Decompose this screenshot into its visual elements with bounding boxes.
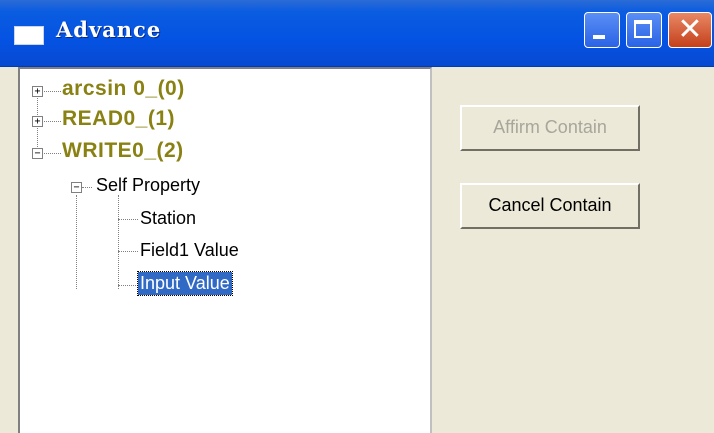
tree-node-label[interactable]: READ0_(1) bbox=[62, 107, 175, 131]
tree-line bbox=[118, 219, 138, 220]
tree-node-label[interactable]: Self Property bbox=[96, 175, 200, 196]
cancel-contain-button[interactable]: Cancel Contain bbox=[460, 183, 640, 229]
close-icon: ✕ bbox=[677, 12, 703, 47]
collapse-minus-icon[interactable]: − bbox=[71, 182, 82, 193]
tree-node-field1-value[interactable]: Field1 Value bbox=[140, 240, 239, 261]
tree-node-label[interactable]: arcsin 0_(0) bbox=[62, 77, 185, 101]
tree-line bbox=[118, 251, 138, 252]
affirm-contain-button[interactable]: Affirm Contain bbox=[460, 105, 640, 151]
tree-line bbox=[118, 195, 119, 289]
tree-line bbox=[118, 285, 138, 286]
tree-line bbox=[76, 195, 77, 289]
expand-plus-icon[interactable]: + bbox=[32, 86, 43, 97]
collapse-minus-icon[interactable]: − bbox=[32, 148, 43, 159]
window-title: Advance bbox=[56, 17, 162, 42]
maximize-icon bbox=[634, 20, 652, 38]
tree-node-station[interactable]: Station bbox=[140, 208, 196, 229]
close-button[interactable]: ✕ bbox=[668, 12, 712, 48]
minimize-button[interactable] bbox=[584, 12, 620, 48]
tree-line bbox=[82, 187, 92, 188]
tree-node-label[interactable]: WRITE0_(2) bbox=[62, 139, 184, 163]
window-icon bbox=[14, 26, 44, 45]
title-bar[interactable]: Advance ✕ bbox=[0, 0, 714, 67]
minimize-icon bbox=[593, 35, 605, 39]
expand-plus-icon[interactable]: + bbox=[32, 116, 43, 127]
maximize-button[interactable] bbox=[626, 12, 662, 48]
tree-node-input-value[interactable]: Input Value bbox=[137, 271, 233, 296]
tree-view[interactable]: + arcsin 0_(0) + READ0_(1) − WRITE0_(2) … bbox=[18, 67, 432, 433]
